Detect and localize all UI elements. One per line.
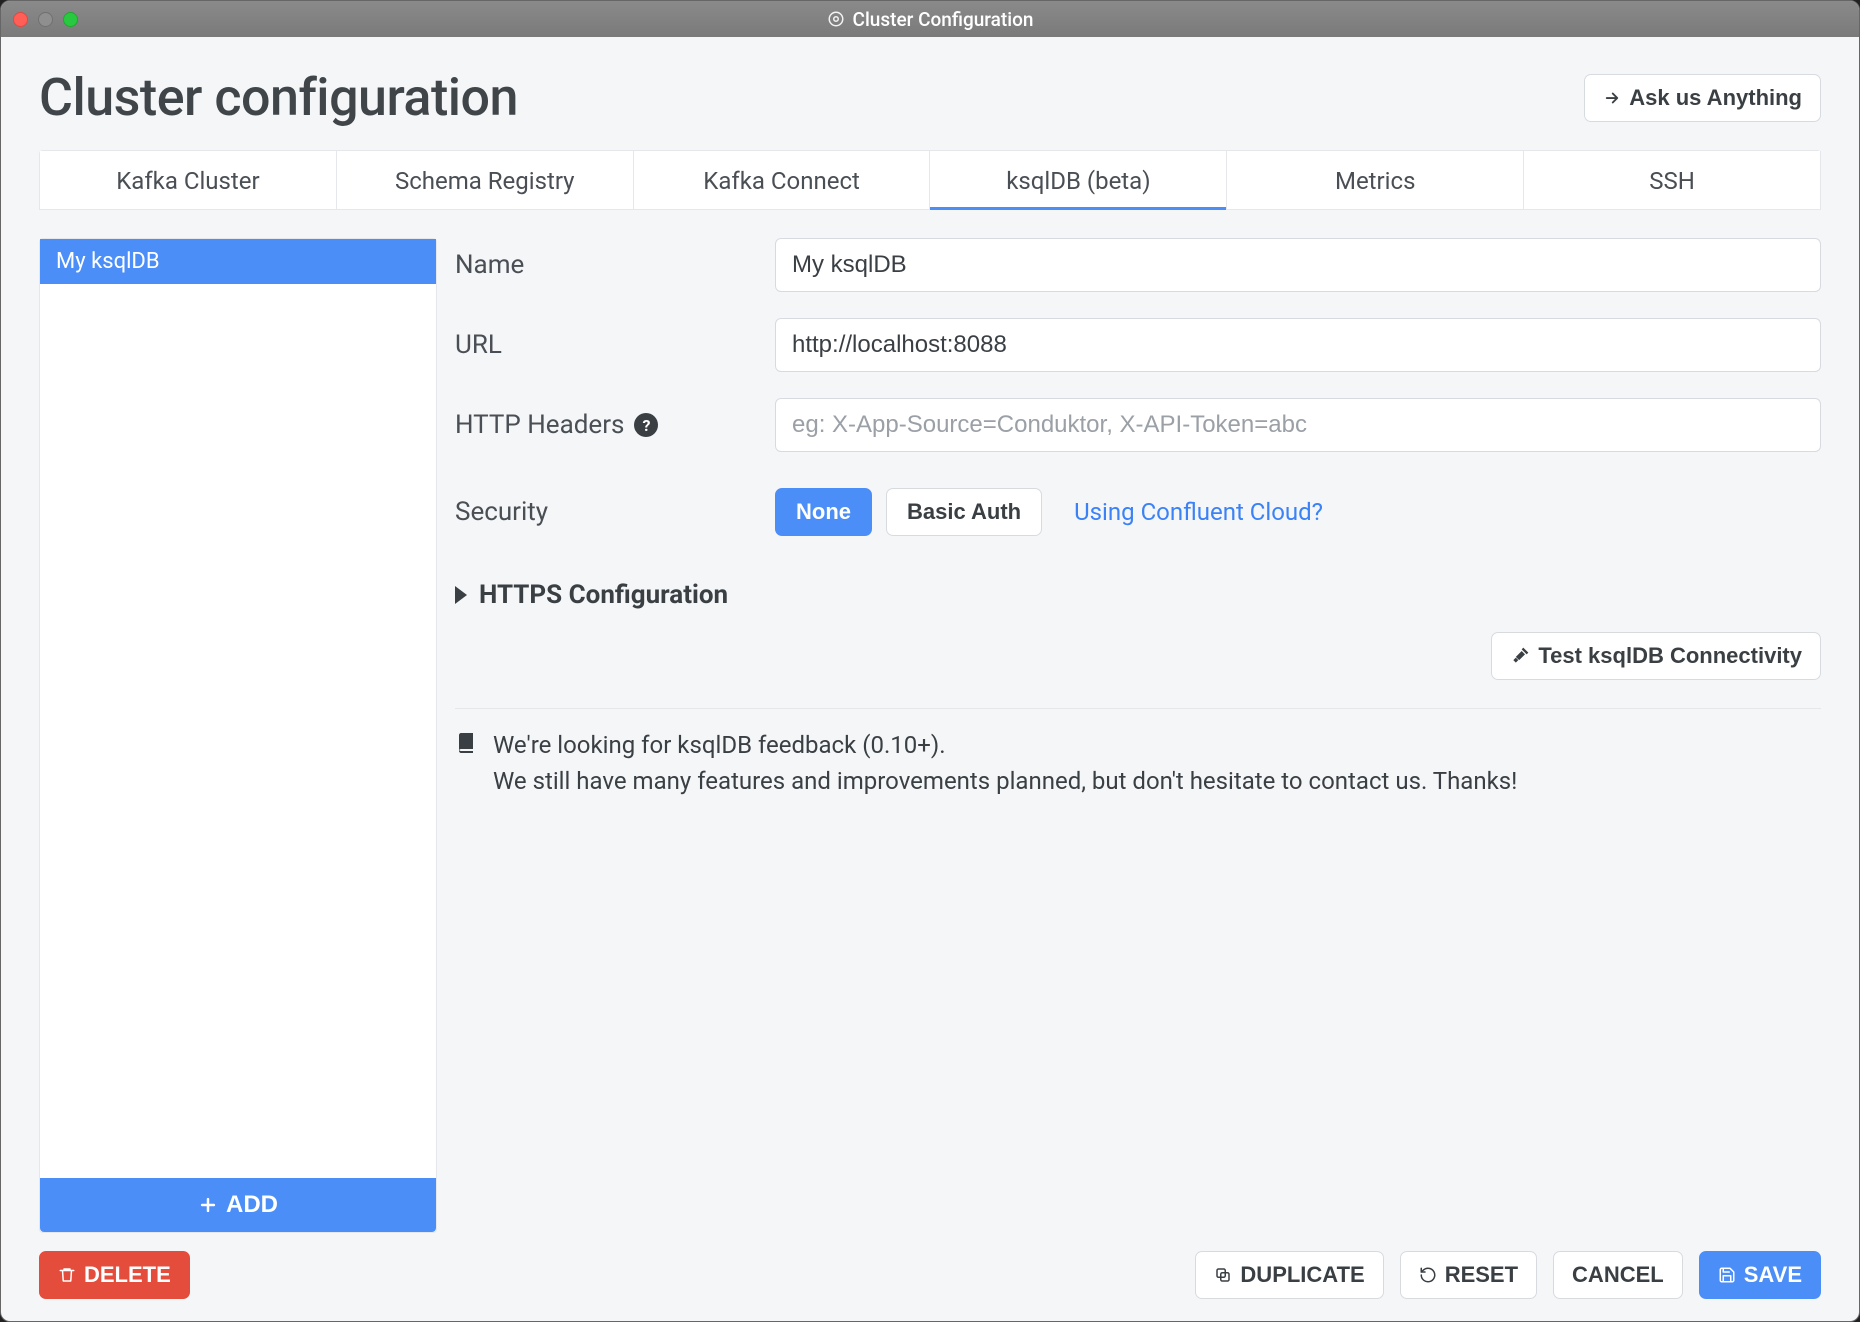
window: Cluster Configuration Cluster configurat… (0, 0, 1860, 1322)
row-headers: HTTP Headers ? (455, 398, 1821, 452)
tab-ssh[interactable]: SSH (1524, 151, 1821, 210)
row-url: URL (455, 318, 1821, 372)
tab-kafka-connect[interactable]: Kafka Connect (634, 151, 931, 210)
reset-label: RESET (1445, 1262, 1518, 1288)
cancel-button[interactable]: CANCEL (1553, 1251, 1683, 1299)
caret-right-icon (455, 586, 467, 604)
https-config-accordion[interactable]: HTTPS Configuration (455, 580, 1821, 610)
sidebar-item-label: My ksqlDB (56, 249, 160, 274)
footer-right: DUPLICATE RESET CANCEL (1195, 1251, 1821, 1299)
undo-icon (1419, 1266, 1437, 1284)
window-title-text: Cluster Configuration (853, 8, 1034, 31)
save-icon (1718, 1266, 1736, 1284)
headers-input[interactable] (775, 398, 1821, 452)
tab-schema-registry[interactable]: Schema Registry (337, 151, 634, 210)
duplicate-button[interactable]: DUPLICATE (1195, 1251, 1383, 1299)
ask-us-anything-label: Ask us Anything (1629, 85, 1802, 111)
tabs: Kafka Cluster Schema Registry Kafka Conn… (39, 150, 1821, 210)
sidebar-list: My ksqlDB (40, 239, 436, 1178)
feedback-text: We're looking for ksqlDB feedback (0.10+… (493, 727, 1517, 799)
titlebar: Cluster Configuration (1, 1, 1859, 37)
cancel-label: CANCEL (1572, 1262, 1664, 1288)
page-title: Cluster configuration (39, 67, 518, 128)
add-button-label: ADD (226, 1191, 278, 1219)
save-label: SAVE (1744, 1262, 1802, 1288)
tab-ksqldb[interactable]: ksqlDB (beta) (930, 151, 1227, 210)
maximize-window-button[interactable] (63, 12, 78, 27)
content: Cluster configuration Ask us Anything Ka… (1, 37, 1859, 1321)
label-url: URL (455, 330, 755, 360)
label-name: Name (455, 250, 755, 280)
trash-icon (58, 1266, 76, 1284)
sidebar: My ksqlDB ADD (39, 238, 437, 1233)
https-config-label: HTTPS Configuration (479, 580, 728, 610)
test-connectivity-label: Test ksqlDB Connectivity (1538, 643, 1802, 669)
sidebar-item-my-ksqldb[interactable]: My ksqlDB (40, 239, 436, 284)
divider (455, 708, 1821, 709)
plug-icon (1510, 646, 1530, 666)
label-security: Security (455, 497, 755, 527)
help-icon[interactable]: ? (634, 413, 658, 437)
tab-kafka-cluster[interactable]: Kafka Cluster (40, 151, 337, 210)
body: My ksqlDB ADD Name (39, 238, 1821, 1233)
delete-button[interactable]: DELETE (39, 1251, 190, 1299)
duplicate-label: DUPLICATE (1240, 1262, 1364, 1288)
window-title: Cluster Configuration (1, 8, 1859, 31)
ask-us-anything-button[interactable]: Ask us Anything (1584, 74, 1821, 122)
feedback-line2: We still have many features and improvem… (493, 763, 1517, 799)
window-controls (13, 12, 78, 27)
security-options: None Basic Auth Using Confluent Cloud? (775, 488, 1323, 536)
form: Name URL HTTP Headers ? (455, 238, 1821, 1233)
test-connectivity-button[interactable]: Test ksqlDB Connectivity (1491, 632, 1821, 680)
test-row: Test ksqlDB Connectivity (455, 632, 1821, 680)
security-none-button[interactable]: None (775, 488, 872, 536)
feedback-note: We're looking for ksqlDB feedback (0.10+… (455, 727, 1821, 799)
tab-metrics[interactable]: Metrics (1227, 151, 1524, 210)
close-window-button[interactable] (13, 12, 28, 27)
security-basic-auth-button[interactable]: Basic Auth (886, 488, 1042, 536)
label-headers: HTTP Headers ? (455, 410, 755, 440)
header: Cluster configuration Ask us Anything (39, 67, 1821, 128)
row-security: Security None Basic Auth Using Confluent… (455, 488, 1821, 536)
delete-label: DELETE (84, 1262, 171, 1288)
copy-icon (1214, 1266, 1232, 1284)
save-button[interactable]: SAVE (1699, 1251, 1821, 1299)
plus-icon (198, 1195, 218, 1215)
feedback-line1: We're looking for ksqlDB feedback (0.10+… (493, 727, 1517, 763)
url-input[interactable] (775, 318, 1821, 372)
book-icon (455, 727, 479, 755)
confluent-cloud-link[interactable]: Using Confluent Cloud? (1074, 498, 1323, 526)
name-input[interactable] (775, 238, 1821, 292)
reset-button[interactable]: RESET (1400, 1251, 1537, 1299)
minimize-window-button[interactable] (38, 12, 53, 27)
row-name: Name (455, 238, 1821, 292)
add-button[interactable]: ADD (40, 1178, 436, 1232)
arrow-right-icon (1603, 89, 1621, 107)
footer: DELETE DUPLICATE (39, 1251, 1821, 1299)
app-icon (827, 10, 845, 28)
